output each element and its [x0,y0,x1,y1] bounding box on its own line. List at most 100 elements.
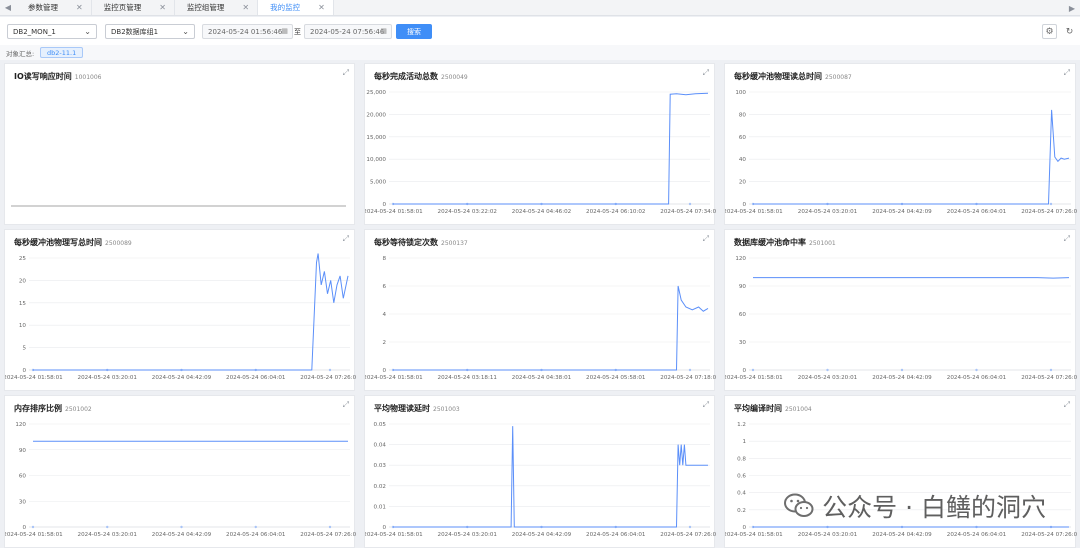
x-tick-label: 2024-05-24 03:22:02 [438,209,497,215]
chart-panel: 平均编译时间 2501004 ⤢ 0 0.2 0.4 0.6 0.8 1 1.2 2024-05… [724,395,1077,548]
y-tick-label: 20 [739,180,747,186]
series-line [33,253,349,371]
object-summary: 对象汇总: db2-11.1 [0,45,1080,60]
y-tick-label: 0 [742,525,746,531]
watermark-text: 公众号 · 白鳝的洞穴 [822,493,1046,522]
summary-label: 对象汇总: [6,50,35,58]
y-tick-label: 6 [382,284,386,290]
line-chart [11,205,346,207]
x-tick-label: 2024-05-24 06:04:01 [947,209,1007,215]
x-tick-label: 2024-05-24 07:26:01 [300,375,356,381]
close-icon[interactable]: ✕ [242,3,249,12]
x-tick-label: 2024-05-24 06:10:02 [586,209,645,215]
y-tick-label: 30 [739,340,747,346]
watermark: 公众号 · 白鳝的洞穴 [784,488,1046,524]
y-tick-label: 0 [22,368,26,374]
y-tick-label: 10 [19,323,27,329]
x-tick-marker [1049,368,1053,372]
x-tick-marker [328,525,332,529]
y-tick-label: 5 [22,346,26,352]
series-line [393,285,709,371]
series-line [393,92,709,205]
chart-panel: 平均物理读延时 2501003 ⤢ 0 0.01 0.02 0.03 0.04 0.05 20… [364,395,716,548]
tab-monitor-pages[interactable]: 监控页管理 ✕ [92,0,175,15]
x-tick-label: 2024-05-24 03:20:01 [798,375,858,381]
y-tick-label: 0 [382,202,386,208]
y-tick-label: 1.2 [737,422,746,428]
series-line [393,426,708,528]
instance-select[interactable]: DB2_MON_1 ⌄ [7,24,97,39]
x-tick-label: 2024-05-24 04:42:09 [872,375,932,381]
start-time-input[interactable]: 2024-05-24 01:56:46 ▦ [202,24,293,39]
y-tick-label: 20,000 [366,112,386,118]
x-tick-label: 2024-05-24 03:18:11 [438,375,498,381]
y-tick-label: 5,000 [370,180,386,186]
close-icon[interactable]: ✕ [159,3,166,12]
tab-label: 参数管理 [28,3,58,12]
refresh-icon[interactable]: ↻ [1062,24,1077,39]
tab-my-monitor[interactable]: 我的监控 ✕ [258,0,334,15]
settings-icon[interactable]: ⚙ [1042,24,1057,39]
tab-scroll-left-icon[interactable]: ◀ [0,0,16,15]
tab-bar: ◀ 参数管理 ✕ 监控页管理 ✕ 监控组管理 ✕ 我的监控 ✕ ▶ [0,0,1080,16]
x-tick-marker [254,525,257,529]
tab-label: 我的监控 [270,3,301,12]
close-icon[interactable]: ✕ [76,3,83,12]
instance-select-value: DB2_MON_1 [13,27,56,36]
y-tick-label: 25,000 [366,90,386,96]
x-tick-marker [688,202,692,206]
y-tick-label: 0.04 [374,443,387,449]
x-tick-label: 2024-05-24 01:58:01 [5,532,63,538]
y-tick-label: 0.2 [737,508,746,514]
chart-panel: 每秒等待锁定次数 2500137 ⤢ 0 2 4 6 8 2024-05-24 01:58:… [364,229,716,391]
search-button[interactable]: 搜索 [396,24,432,39]
tab-label: 监控组管理 [186,3,225,12]
calendar-icon: ▦ [380,27,387,35]
close-icon[interactable]: ✕ [318,3,325,12]
line-chart: 0 30 60 90 120 2024-05-24 01:58:01 2024-05-24 … [725,256,1077,381]
chart-panel: 数据库缓冲池命中率 2501001 ⤢ 0 30 60 90 120 2024-05-24 … [724,229,1077,391]
x-tick-label: 2024-05-24 04:42:09 [872,532,932,538]
x-tick-label: 2024-05-24 03:20:01 [798,209,858,215]
x-tick-marker [106,525,109,529]
x-tick-label: 2024-05-24 04:42:09 [152,375,212,381]
line-chart: 0 20 40 60 80 100 2024-05-24 01:58:01 2024-05-2… [725,90,1077,215]
x-tick-label: 2024-05-24 05:58:01 [586,375,646,381]
x-tick-marker [975,368,978,372]
line-chart: 0 2 4 6 8 2024-05-24 01:58:01 2024-05-24 03:18… [365,256,716,381]
x-tick-label: 2024-05-24 06:04:01 [947,532,1007,538]
y-tick-label: 60 [739,312,747,318]
line-chart: 0 5 10 15 20 25 2024-05-24 01:58:01 2024-05-24 … [5,253,356,381]
x-tick-label: 2024-05-24 07:18:09 [660,375,716,381]
x-tick-label: 2024-05-24 06:04:01 [947,375,1007,381]
start-time-value: 2024-05-24 01:56:46 [208,27,283,36]
x-tick-marker [900,368,904,372]
y-tick-label: 0.01 [374,504,387,510]
x-tick-marker [751,368,755,372]
y-tick-label: 2 [382,340,386,346]
x-tick-label: 2024-05-24 06:04:01 [226,375,286,381]
x-tick-label: 2024-05-24 06:04:01 [586,532,646,538]
y-tick-label: 0 [742,202,746,208]
y-tick-label: 20 [19,278,27,284]
chevron-down-icon: ⌄ [182,27,189,36]
y-tick-label: 10,000 [366,157,386,163]
series-line [753,109,1070,205]
group-select[interactable]: DB2数据库组1 ⌄ [105,24,195,39]
x-tick-label: 2024-05-24 03:20:01 [78,375,138,381]
tab-monitor-groups[interactable]: 监控组管理 ✕ [175,0,259,15]
tab-params[interactable]: 参数管理 ✕ [16,0,92,15]
x-tick-label: 2024-05-24 01:58:01 [725,209,783,215]
y-tick-label: 0.05 [374,422,387,428]
tab-scroll-right-icon[interactable]: ▶ [1064,0,1080,16]
object-tag[interactable]: db2-11.1 [40,47,84,58]
end-time-input[interactable]: 2024-05-24 07:56:46 ▦ [304,24,392,39]
chevron-down-icon: ⌄ [84,27,91,36]
y-tick-label: 120 [735,256,746,262]
y-tick-label: 30 [19,499,27,505]
y-tick-label: 4 [382,312,386,318]
x-tick-marker [31,525,35,529]
chart-panel: 每秒缓冲池物理写总时间 2500089 ⤢ 0 5 10 15 20 25 2024-05-2… [4,229,356,391]
y-tick-label: 90 [739,284,747,290]
x-tick-marker [1049,202,1053,206]
